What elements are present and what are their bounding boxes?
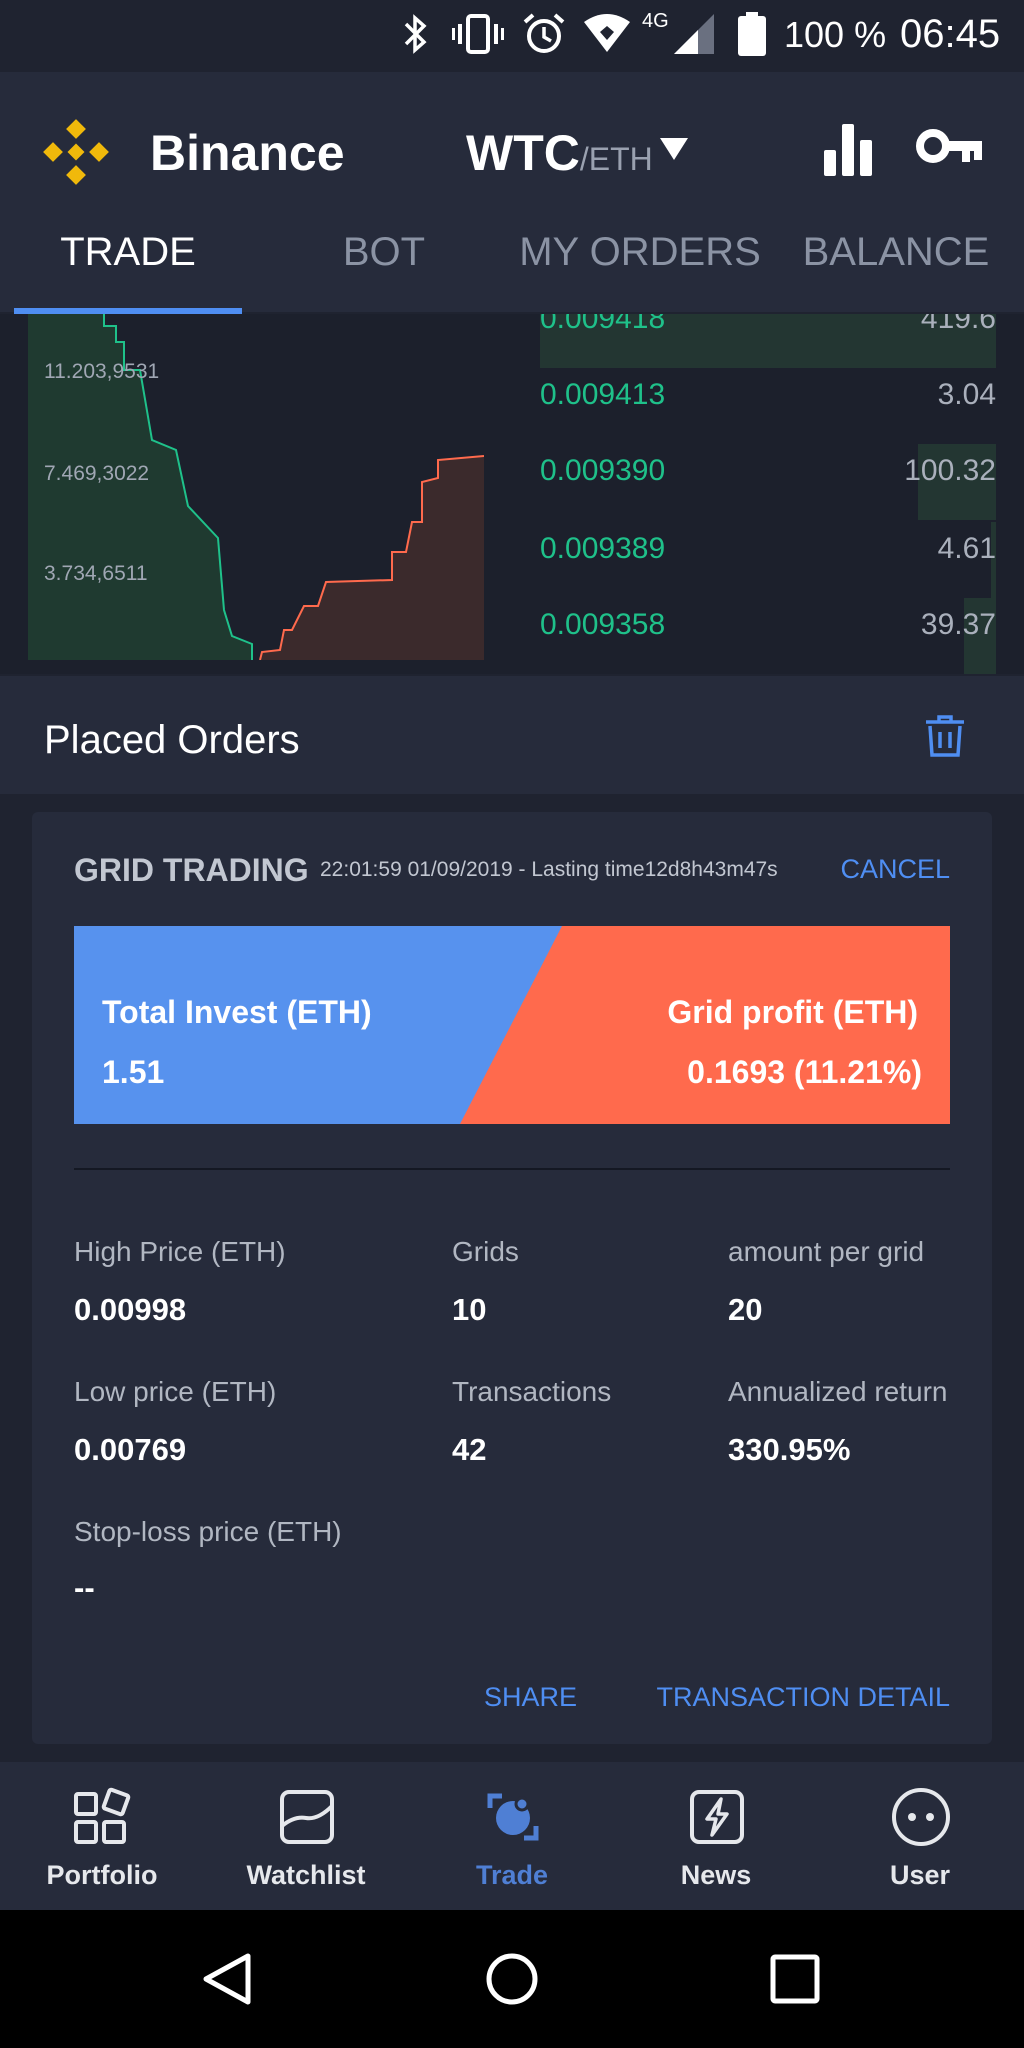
low-price-label: Low price (ETH) (74, 1376, 277, 1407)
depth-label-low: 3.734,6511 (44, 562, 148, 585)
order-book-qty: 100.32 (904, 454, 996, 487)
nav-portfolio[interactable]: Portfolio (0, 1762, 204, 1910)
network-type: 4G (642, 10, 669, 32)
key-icon[interactable] (916, 122, 984, 178)
order-time: 22:01:59 01/09/2019 - Lasting time12d8h4… (320, 858, 778, 881)
order-book-row[interactable]: 0.009418 419.6 (540, 314, 996, 368)
portfolio-icon (74, 1787, 131, 1844)
high-price-value: 0.00998 (74, 1292, 187, 1327)
alarm-icon (523, 13, 565, 53)
pair-selector[interactable]: WTC/ETH (466, 124, 653, 182)
order-book-qty: 3.04 (937, 378, 996, 411)
order-book-price: 0.009358 (540, 608, 666, 641)
amount-per-grid-label: amount per grid (728, 1236, 925, 1267)
order-book-row[interactable]: 0.009358 39.37 (540, 598, 996, 674)
order-type: GRID TRADING (74, 852, 309, 888)
order-book-qty: 419.6 (920, 314, 996, 335)
annualized-return-value: 330.95% (728, 1432, 851, 1467)
order-book-qty: 4.61 (937, 532, 996, 565)
app-name: Binance (150, 125, 345, 181)
depth-label-high: 11.203,9531 (44, 360, 160, 383)
nav-label: Watchlist (246, 1860, 366, 1890)
news-icon (690, 1790, 744, 1844)
share-button[interactable]: SHARE (484, 1682, 577, 1713)
bluetooth-icon (404, 14, 427, 54)
trash-icon[interactable] (924, 714, 966, 758)
caret-down-icon[interactable] (660, 138, 688, 160)
battery-icon (738, 12, 766, 56)
bar-chart-icon[interactable] (822, 124, 874, 176)
nav-label: Portfolio (46, 1860, 158, 1890)
wifi-icon (584, 14, 630, 52)
signal-icon (674, 14, 714, 54)
recents-icon[interactable] (768, 1952, 822, 2006)
divider (74, 1168, 950, 1170)
back-icon[interactable] (200, 1952, 254, 2006)
placed-orders-title: Placed Orders (44, 718, 300, 762)
grid-profit-value: 0.1693 (11.21%) (687, 1054, 922, 1090)
home-icon[interactable] (485, 1952, 539, 2006)
watchlist-icon (280, 1790, 334, 1844)
order-book-row[interactable]: 0.009413 3.04 (540, 368, 996, 428)
depth-label-mid: 7.469,3022 (44, 462, 150, 485)
pair-quote: /ETH (579, 141, 653, 177)
vibrate-icon (452, 14, 504, 54)
nav-user[interactable]: User (818, 1762, 1022, 1910)
app-header: Binance WTC/ETH TRADE BOT MY ORDERS BALA… (0, 72, 1024, 314)
pair-base: WTC (466, 125, 580, 181)
android-nav-bar (0, 1910, 1024, 2048)
profit-banner: Total Invest (ETH) 1.51 Grid profit (ETH… (74, 926, 950, 1124)
nav-trade[interactable]: Trade (410, 1762, 614, 1910)
order-book: 11.203,9531 7.469,3022 3.734,6511 0.0094… (0, 314, 1024, 674)
placed-orders-header: Placed Orders (0, 676, 1024, 794)
status-bar: 4G 100 % 06:45 (0, 0, 1024, 72)
battery-level: 100 % (784, 14, 887, 55)
stop-loss-value: -- (74, 1570, 95, 1605)
trade-icon (487, 1793, 539, 1841)
user-icon (892, 1788, 950, 1846)
order-book-qty: 39.37 (920, 608, 996, 641)
order-book-price: 0.009389 (540, 532, 666, 565)
nav-label: User (889, 1860, 951, 1890)
order-book-row[interactable]: 0.009389 4.61 (540, 522, 996, 598)
low-price-value: 0.00769 (74, 1432, 187, 1467)
annualized-return-label: Annualized return (728, 1376, 948, 1407)
nav-label: News (680, 1860, 752, 1890)
transactions-label: Transactions (452, 1376, 612, 1407)
amount-per-grid-value: 20 (728, 1292, 763, 1327)
ask-depth-area (260, 456, 484, 660)
total-invest-value: 1.51 (102, 1054, 165, 1090)
order-book-price: 0.009390 (540, 454, 666, 487)
order-book-row[interactable]: 0.009390 100.32 (540, 444, 996, 520)
stop-loss-label: Stop-loss price (ETH) (74, 1516, 342, 1547)
cancel-button[interactable]: CANCEL (840, 854, 950, 885)
order-book-price: 0.009413 (540, 378, 666, 411)
high-price-label: High Price (ETH) (74, 1236, 286, 1267)
order-book-price: 0.009418 (540, 314, 666, 335)
nav-news[interactable]: News (614, 1762, 818, 1910)
tab-balance[interactable]: BALANCE (786, 230, 1006, 275)
tab-trade[interactable]: TRADE (14, 230, 242, 275)
clock: 06:45 (900, 12, 1001, 56)
nav-label: Trade (475, 1860, 549, 1890)
tab-bot[interactable]: BOT (270, 230, 498, 275)
grid-profit-label: Grid profit (ETH) (667, 994, 918, 1030)
transactions-value: 42 (452, 1432, 487, 1467)
binance-logo-icon (43, 119, 109, 185)
transaction-detail-button[interactable]: TRANSACTION DETAIL (656, 1682, 950, 1713)
grids-value: 10 (452, 1292, 487, 1327)
bottom-nav: Portfolio Watchlist Trade News User (0, 1762, 1024, 1910)
grids-label: Grids (452, 1236, 519, 1267)
total-invest-label: Total Invest (ETH) (102, 994, 372, 1030)
grid-order-card: GRID TRADING 22:01:59 01/09/2019 - Lasti… (32, 812, 992, 1744)
tab-my-orders[interactable]: MY ORDERS (512, 230, 768, 275)
nav-watchlist[interactable]: Watchlist (204, 1762, 408, 1910)
